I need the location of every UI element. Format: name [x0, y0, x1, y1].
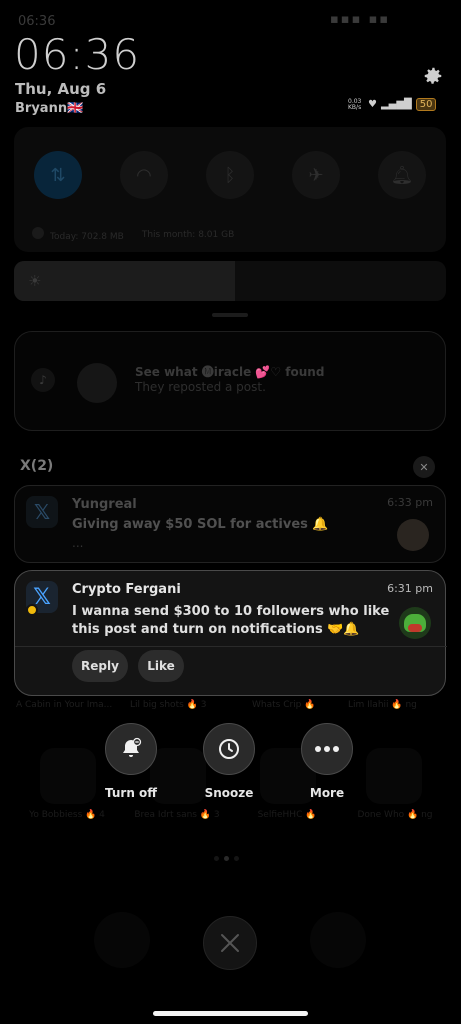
avatar: [399, 607, 431, 639]
airplane-icon: ✈: [308, 164, 324, 186]
close-icon: [221, 934, 239, 952]
background-label: A Cabin in Your Ima...: [16, 700, 113, 710]
status-icons: ▪▪▪ ▪▪: [330, 12, 391, 27]
group-close-icon[interactable]: ✕: [413, 456, 435, 478]
turn-off-button[interactable]: [105, 723, 157, 775]
more-button[interactable]: [301, 723, 353, 775]
avatar: [397, 519, 429, 551]
wifi-icon: ◠: [136, 164, 152, 186]
background-app: [40, 748, 96, 804]
clock-icon: [219, 739, 239, 759]
battery-indicator: 50: [415, 98, 437, 111]
more-label: More: [309, 786, 345, 800]
airplane-toggle[interactable]: ✈: [292, 151, 340, 199]
avatar: [77, 363, 117, 403]
settings-gear-icon[interactable]: [422, 65, 444, 87]
ringer-toggle[interactable]: 🔔︎: [378, 151, 426, 199]
dock-app: [310, 912, 366, 968]
frog-avatar-icon: [404, 614, 426, 632]
status-time-small: 06:36: [18, 14, 56, 29]
notification-ellipsis: ...: [72, 536, 84, 550]
mobile-data-toggle[interactable]: ⇅: [34, 151, 82, 199]
network-speed: 0.03 KB/s: [348, 97, 362, 111]
notification-crypto-fergani[interactable]: 𝕏 Crypto Fergani I wanna send $300 to 10…: [14, 570, 447, 696]
notification-body: They reposted a post.: [135, 380, 266, 394]
page-indicator: [214, 856, 239, 861]
bluetooth-icon: ᛒ: [224, 164, 236, 186]
home-indicator[interactable]: [153, 1011, 308, 1016]
background-label: Yo Bobbiess 🔥 4: [29, 810, 105, 820]
heart-icon: ♥: [368, 99, 377, 110]
date[interactable]: Thu, Aug 6: [15, 80, 106, 98]
more-dots-icon: [315, 746, 339, 752]
notification-body: Giving away $50 SOL for actives 🔔: [72, 517, 329, 532]
reply-button[interactable]: Reply: [72, 650, 128, 682]
bell-off-icon: [123, 737, 142, 757]
carrier-name: Bryann🇬🇧: [15, 101, 84, 116]
data-today: Today: 702.8 MB: [50, 232, 124, 242]
brightness-fill: [14, 261, 235, 301]
data-usage-icon: [32, 227, 44, 239]
notification-group-label: X(2): [20, 458, 54, 474]
notification-yungreal[interactable]: 𝕏 Yungreal Giving away $50 SOL for activ…: [14, 485, 446, 563]
tiktok-notification[interactable]: ♪ See what 🅜iracle 💕♡ found They reposte…: [14, 331, 446, 431]
dock-app: [94, 912, 150, 968]
quick-settings-panel: ⇅ ◠ ᛒ ✈ 🔔︎ Today: 702.8 MB This month: 8…: [14, 127, 446, 252]
close-button[interactable]: [203, 916, 257, 970]
background-label: Done Who 🔥 ng: [357, 810, 433, 820]
bell-icon: 🔔︎: [390, 164, 414, 186]
notification-title: Yungreal: [72, 497, 137, 512]
notification-time: 6:33 pm: [387, 496, 433, 509]
notification-time: 6:31 pm: [387, 582, 433, 595]
drag-handle[interactable]: [212, 313, 248, 317]
like-button[interactable]: Like: [138, 650, 184, 682]
status-right: 0.03 KB/s ♥ ▂▄▆█ 50: [348, 97, 437, 111]
data-arrows-icon: ⇅: [50, 164, 66, 186]
notification-body: I wanna send $300 to 10 followers who li…: [72, 604, 390, 637]
divider: [15, 646, 447, 647]
background-label: Brea Idrt sans 🔥 3: [134, 810, 220, 820]
background-label: SelfieHHC 🔥: [257, 810, 317, 820]
brightness-slider[interactable]: ☀: [14, 261, 446, 301]
background-label: Lim Ilahii 🔥 ng: [348, 700, 417, 710]
data-usage-row: Today: 702.8 MB This month: 8.01 GB: [32, 227, 234, 242]
background-label: Whats Crip 🔥: [252, 700, 316, 710]
bluetooth-toggle[interactable]: ᛒ: [206, 151, 254, 199]
tiktok-icon: ♪: [31, 368, 55, 392]
background-label: Lil big shots 🔥 3: [130, 700, 207, 710]
background-app: [366, 748, 422, 804]
notification-title: See what 🅜iracle 💕♡ found: [135, 365, 325, 379]
signal-icon: ▂▄▆█: [380, 99, 412, 110]
snooze-label: Snooze: [204, 786, 254, 800]
wifi-toggle[interactable]: ◠: [120, 151, 168, 199]
x-app-icon: 𝕏: [26, 496, 58, 528]
turn-off-label: Turn off: [104, 786, 157, 800]
sun-icon: ☀: [28, 272, 42, 290]
badge-icon: [26, 604, 38, 616]
clock[interactable]: 06:36: [14, 30, 140, 79]
notification-title: Crypto Fergani: [72, 582, 181, 597]
data-month: This month: 8.01 GB: [141, 229, 235, 240]
snooze-button[interactable]: [203, 723, 255, 775]
